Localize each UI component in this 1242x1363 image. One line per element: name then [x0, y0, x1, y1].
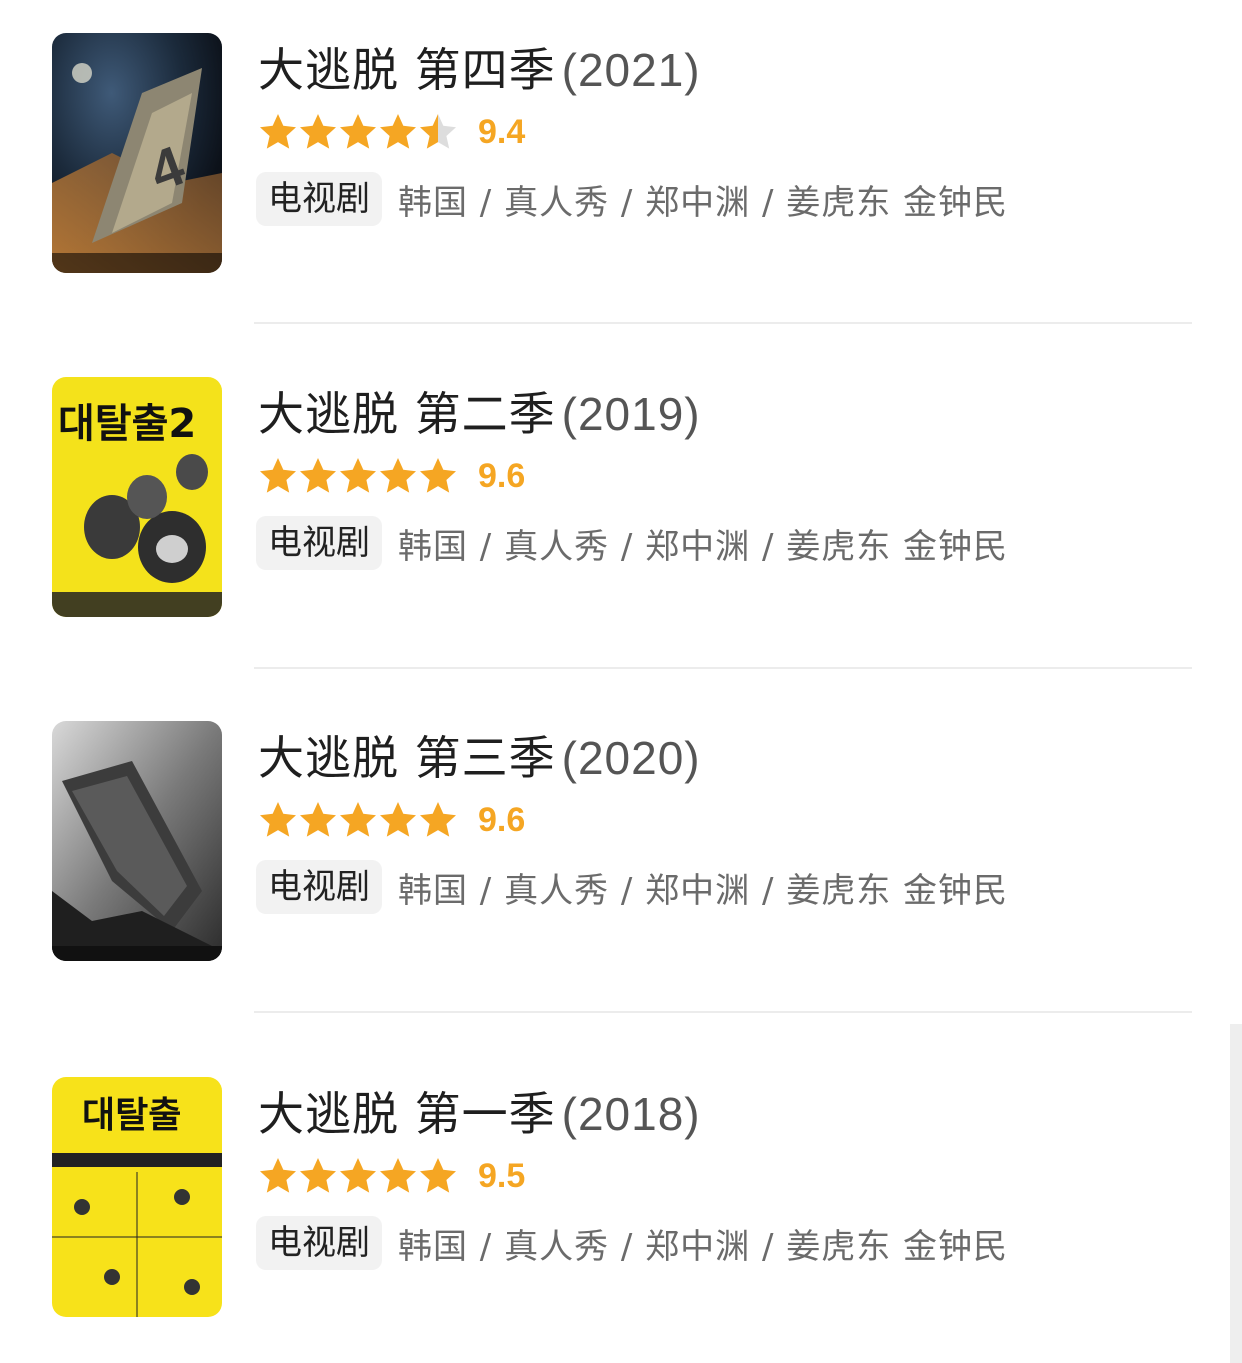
type-tag: 电视剧: [256, 172, 382, 226]
rating-score: 9.6: [478, 456, 526, 495]
title[interactable]: 大逃脱 第二季 (2019): [258, 383, 701, 445]
star-rating: [258, 112, 458, 152]
poster-season-2-art: 대탈출2: [52, 377, 222, 617]
star-rating: [258, 1156, 458, 1196]
poster-season-4-art: 4: [52, 33, 222, 273]
meta-info: 韩国 / 真人秀 / 郑中渊 / 姜虎东 金钟民: [398, 1226, 1009, 1267]
star-icon: [380, 458, 416, 493]
title[interactable]: 大逃脱 第三季 (2020): [258, 727, 701, 789]
title-text: 大逃脱 第三季: [258, 731, 556, 785]
star-icon: [300, 458, 336, 493]
year: (2020): [561, 732, 701, 784]
title-text: 大逃脱 第二季: [258, 387, 556, 441]
star-icon: [260, 802, 296, 837]
type-tag: 电视剧: [256, 516, 382, 570]
star-icon: [300, 802, 336, 837]
result-item[interactable]: 대탈출2 大逃脱 第二季 (2019) 9.6 电视剧 韩国 / 真人秀 / 郑中…: [0, 377, 1242, 627]
star-icon: [340, 114, 376, 149]
poster-season-1-art: 대탈출: [52, 1077, 222, 1317]
poster-image[interactable]: 대탈출2: [52, 377, 222, 617]
result-item[interactable]: 4 大逃脱 第四季 (2021) 9.4 电视剧 韩国 / 真人秀 / 郑中渊 /…: [0, 33, 1242, 283]
rating-score: 9.5: [478, 1156, 526, 1195]
divider: [254, 1011, 1192, 1013]
star-icon: [380, 1158, 416, 1193]
divider: [254, 667, 1192, 669]
star-icon: [420, 458, 456, 493]
star-rating: [258, 456, 458, 496]
star-icon: [300, 114, 336, 149]
star-icon: [380, 114, 416, 149]
divider: [254, 322, 1192, 324]
meta-row: 电视剧 韩国 / 真人秀 / 郑中渊 / 姜虎东 金钟民: [256, 171, 1008, 227]
type-tag: 电视剧: [256, 860, 382, 914]
poster-image[interactable]: [52, 721, 222, 961]
rating-score: 9.4: [478, 112, 526, 151]
type-tag: 电视剧: [256, 1216, 382, 1270]
meta-row: 电视剧 韩国 / 真人秀 / 郑中渊 / 姜虎东 金钟民: [256, 1215, 1008, 1271]
meta-row: 电视剧 韩国 / 真人秀 / 郑中渊 / 姜虎东 金钟民: [256, 859, 1008, 915]
rating-score: 9.6: [478, 800, 526, 839]
title[interactable]: 大逃脱 第四季 (2021): [258, 39, 701, 101]
scrollbar[interactable]: [1230, 1024, 1242, 1363]
poster-title-text: 대탈출: [82, 1095, 181, 1136]
rating-row: 9.6: [258, 797, 525, 843]
star-rating: [258, 800, 458, 840]
result-item[interactable]: 大逃脱 第三季 (2020) 9.6 电视剧 韩国 / 真人秀 / 郑中渊 / 姜…: [0, 721, 1242, 971]
poster-title-text: 대탈출2: [58, 401, 196, 447]
rating-row: 9.6: [258, 453, 525, 499]
star-icon: [420, 802, 456, 837]
star-icon: [420, 114, 456, 149]
year: (2019): [561, 388, 701, 440]
rating-row: 9.4: [258, 109, 525, 155]
year: (2021): [561, 44, 701, 96]
title-text: 大逃脱 第四季: [258, 43, 556, 97]
title[interactable]: 大逃脱 第一季 (2018): [258, 1083, 701, 1145]
meta-info: 韩国 / 真人秀 / 郑中渊 / 姜虎东 金钟民: [398, 870, 1009, 911]
meta-row: 电视剧 韩国 / 真人秀 / 郑中渊 / 姜虎东 金钟民: [256, 515, 1008, 571]
star-icon: [300, 1158, 336, 1193]
poster-image[interactable]: 대탈출: [52, 1077, 222, 1317]
star-icon: [340, 802, 376, 837]
star-icon: [380, 802, 416, 837]
poster-season-3-art: [52, 721, 222, 961]
meta-info: 韩国 / 真人秀 / 郑中渊 / 姜虎东 金钟民: [398, 182, 1009, 223]
result-item[interactable]: 대탈출 大逃脱 第一季 (2018) 9.5 电视剧 韩国 / 真人秀 / 郑中渊…: [0, 1077, 1242, 1327]
star-icon: [260, 458, 296, 493]
title-text: 大逃脱 第一季: [258, 1087, 556, 1141]
star-icon: [420, 1158, 456, 1193]
rating-row: 9.5: [258, 1153, 525, 1199]
star-icon: [260, 1158, 296, 1193]
star-icon: [340, 1158, 376, 1193]
meta-info: 韩国 / 真人秀 / 郑中渊 / 姜虎东 金钟民: [398, 526, 1009, 567]
poster-image[interactable]: 4: [52, 33, 222, 273]
star-icon: [260, 114, 296, 149]
star-icon: [340, 458, 376, 493]
year: (2018): [561, 1088, 701, 1140]
